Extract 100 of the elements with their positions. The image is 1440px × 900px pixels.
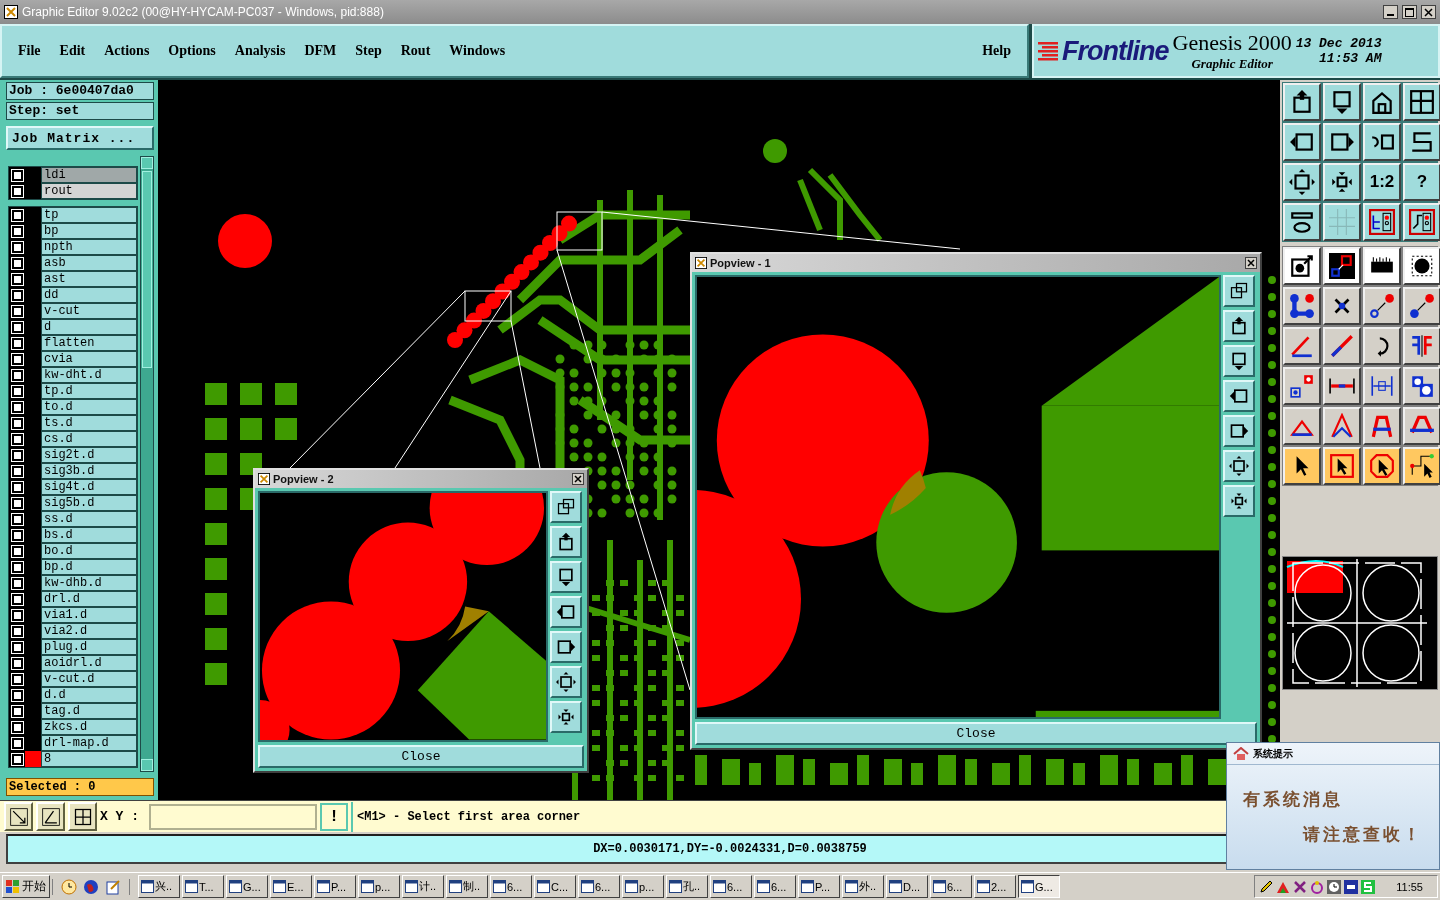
tool-button[interactable] (1283, 123, 1321, 161)
tool-button[interactable] (1403, 83, 1440, 121)
confirm-button[interactable]: ! (320, 802, 348, 831)
layer-checkbox[interactable] (11, 257, 23, 269)
layer-name[interactable]: to.d (41, 399, 137, 415)
tool-button[interactable] (1403, 247, 1440, 285)
view-tool-button[interactable] (1223, 484, 1255, 517)
layer-checkbox[interactable] (11, 185, 23, 197)
tool-button[interactable] (1323, 83, 1361, 121)
view-tool-button[interactable] (550, 631, 582, 664)
tool-button[interactable] (1283, 163, 1321, 201)
tool-button[interactable] (1403, 367, 1440, 405)
layer-checkbox[interactable] (11, 625, 23, 637)
layer-checkbox[interactable] (11, 737, 23, 749)
layer-checkbox[interactable] (11, 513, 23, 525)
layer-name[interactable]: cvia (41, 351, 137, 367)
tool-button[interactable] (1323, 407, 1361, 445)
tool-button[interactable] (1283, 367, 1321, 405)
layer-name[interactable]: aoidrl.d (41, 655, 137, 671)
layer-name[interactable]: asb (41, 255, 137, 271)
taskbar-button[interactable]: D... (886, 875, 928, 898)
xy-input-field[interactable] (149, 803, 317, 830)
layer-name[interactable]: kw-dhb.d (41, 575, 137, 591)
layer-checkbox[interactable] (11, 241, 23, 253)
layer-name[interactable]: rout (41, 183, 137, 199)
tool-button[interactable] (1283, 327, 1321, 365)
taskbar-button[interactable]: 6... (490, 875, 532, 898)
job-matrix-button[interactable]: Job Matrix ... (6, 126, 154, 150)
layer-checkbox[interactable] (11, 753, 23, 765)
view-tool-button[interactable] (1223, 309, 1255, 342)
tool-button[interactable] (1283, 447, 1321, 485)
layer-checkbox[interactable] (11, 449, 23, 461)
close-button[interactable]: Close (695, 722, 1257, 745)
layer-name[interactable]: ss.d (41, 511, 137, 527)
tool-button[interactable] (1403, 447, 1440, 485)
tool-button[interactable] (1283, 203, 1321, 241)
layer-name[interactable]: tp (41, 207, 137, 223)
layer-checkbox[interactable] (11, 369, 23, 381)
layer-checkbox[interactable] (11, 433, 23, 445)
keyboard-layout-icon[interactable] (1344, 879, 1358, 894)
layer-checkbox[interactable] (11, 545, 23, 557)
close-icon[interactable] (572, 473, 584, 486)
layer-checkbox[interactable] (11, 353, 23, 365)
tool-button[interactable] (1323, 447, 1361, 485)
view-tool-button[interactable] (550, 701, 582, 734)
layer-name[interactable]: v-cut.d (41, 671, 137, 687)
menu-item[interactable]: Edit (59, 43, 86, 59)
layer-name[interactable]: cs.d (41, 431, 137, 447)
layer-name[interactable]: zkcs.d (41, 719, 137, 735)
menu-item[interactable]: Help (982, 43, 1011, 59)
scrollbar[interactable] (140, 156, 154, 772)
layer-name[interactable]: npth (41, 239, 137, 255)
notepad-icon[interactable] (105, 878, 121, 895)
pencil-icon[interactable] (1259, 879, 1273, 894)
close-icon[interactable] (1245, 256, 1257, 269)
menu-item[interactable]: Windows (449, 43, 506, 59)
layer-checkbox[interactable] (11, 385, 23, 397)
view-tool-button[interactable] (550, 491, 582, 524)
tool-button[interactable] (1363, 447, 1401, 485)
tool-button[interactable] (1363, 407, 1401, 445)
tool-button[interactable] (1323, 163, 1361, 201)
view-tool-button[interactable] (550, 561, 582, 594)
clock-icon[interactable] (1327, 879, 1341, 894)
layer-checkbox[interactable] (11, 321, 23, 333)
layer-name[interactable]: via1.d (41, 607, 137, 623)
tool-button[interactable] (1363, 83, 1401, 121)
layer-checkbox[interactable] (11, 337, 23, 349)
layer-checkbox[interactable] (11, 417, 23, 429)
tool-button[interactable] (1403, 327, 1440, 365)
view-tool-button[interactable] (550, 596, 582, 629)
view-tool-button[interactable] (1223, 274, 1255, 307)
layer-name[interactable]: sig3b.d (41, 463, 137, 479)
taskbar-button[interactable]: T... (182, 875, 224, 898)
taskbar-button[interactable]: P... (798, 875, 840, 898)
menu-item[interactable]: Options (168, 43, 216, 59)
layer-checkbox[interactable] (11, 465, 23, 477)
layer-name[interactable]: sig4t.d (41, 479, 137, 495)
layer-checkbox[interactable] (11, 641, 23, 653)
tool-button[interactable] (1403, 203, 1440, 241)
tool-button[interactable] (1363, 203, 1401, 241)
tool-button[interactable] (1323, 203, 1361, 241)
tool-button[interactable] (1323, 327, 1361, 365)
maximize-button[interactable] (1402, 5, 1417, 19)
tool-button[interactable] (1403, 123, 1440, 161)
layer-checkbox[interactable] (11, 689, 23, 701)
layer-checkbox[interactable] (11, 529, 23, 541)
view-tool-button[interactable] (1223, 379, 1255, 412)
layer-name[interactable]: ts.d (41, 415, 137, 431)
layer-name[interactable]: tp.d (41, 383, 137, 399)
taskbar-button[interactable]: 孔.. (666, 875, 708, 898)
tool-button[interactable] (1323, 367, 1361, 405)
layer-name[interactable]: via2.d (41, 623, 137, 639)
taskbar-button[interactable]: p... (358, 875, 400, 898)
layer-checkbox[interactable] (11, 721, 23, 733)
tool-button[interactable] (1323, 123, 1361, 161)
globe-icon[interactable] (83, 878, 99, 895)
taskbar-button[interactable]: 6... (710, 875, 752, 898)
tool-button[interactable] (1323, 287, 1361, 325)
layer-name[interactable]: tag.d (41, 703, 137, 719)
menu-item[interactable]: Actions (104, 43, 150, 59)
